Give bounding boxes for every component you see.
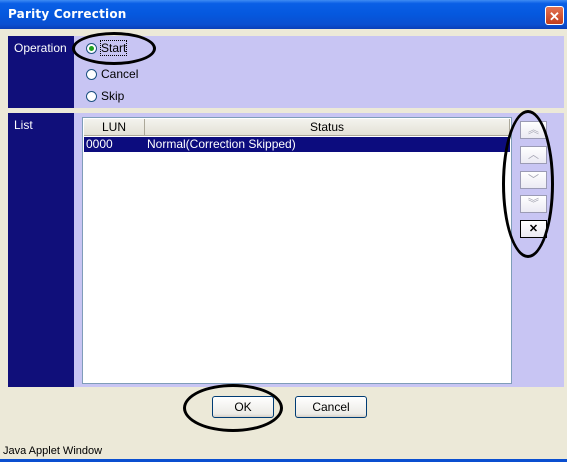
operation-panel bbox=[74, 36, 564, 108]
radio-cancel-label[interactable]: Cancel bbox=[101, 67, 138, 81]
chevron-down-icon: ﹀ bbox=[528, 174, 539, 186]
close-button[interactable]: ✕ bbox=[545, 6, 564, 25]
ok-button[interactable]: OK bbox=[212, 396, 274, 418]
radio-start[interactable]: Start bbox=[86, 40, 128, 56]
list-label-panel: List bbox=[8, 113, 74, 387]
lun-table[interactable]: LUN Status 0000 Normal(Correction Skippe… bbox=[82, 117, 512, 384]
cancel-button[interactable]: Cancel bbox=[295, 396, 367, 418]
radio-cancel-indicator[interactable] bbox=[86, 68, 97, 80]
close-icon: ✕ bbox=[549, 9, 560, 24]
list-label: List bbox=[14, 118, 33, 132]
radio-start-indicator[interactable] bbox=[86, 42, 97, 54]
radio-skip[interactable]: Skip bbox=[86, 88, 124, 104]
move-down-button[interactable]: ﹀ bbox=[520, 171, 547, 189]
chevron-up-icon: ︿ bbox=[528, 149, 539, 161]
column-header-status[interactable]: Status bbox=[145, 119, 510, 136]
cell-status: Normal(Correction Skipped) bbox=[147, 137, 296, 151]
status-text: Java Applet Window bbox=[3, 445, 103, 457]
operation-label-panel: Operation bbox=[8, 36, 74, 108]
move-up-button[interactable]: ︿ bbox=[520, 146, 547, 164]
window-title: Parity Correction bbox=[8, 7, 127, 21]
move-to-top-button[interactable]: ︽ bbox=[520, 121, 547, 139]
delete-button[interactable]: ✕ bbox=[520, 220, 547, 238]
dialog-window: Parity Correction ✕ Operation Start Canc… bbox=[0, 0, 567, 462]
move-to-bottom-button[interactable]: ︾ bbox=[520, 195, 547, 213]
radio-start-label[interactable]: Start bbox=[99, 40, 128, 56]
radio-cancel[interactable]: Cancel bbox=[86, 66, 138, 82]
table-row[interactable]: 0000 Normal(Correction Skipped) bbox=[84, 137, 510, 152]
title-bar[interactable]: Parity Correction ✕ bbox=[0, 0, 567, 29]
radio-skip-label[interactable]: Skip bbox=[101, 89, 124, 103]
double-chevron-down-icon: ︾ bbox=[528, 198, 539, 210]
double-chevron-up-icon: ︽ bbox=[528, 124, 539, 136]
cell-lun: 0000 bbox=[86, 137, 113, 151]
delete-x-icon: ✕ bbox=[528, 223, 539, 235]
operation-label: Operation bbox=[14, 41, 67, 55]
column-header-lun[interactable]: LUN bbox=[84, 119, 145, 136]
radio-skip-indicator[interactable] bbox=[86, 90, 97, 102]
